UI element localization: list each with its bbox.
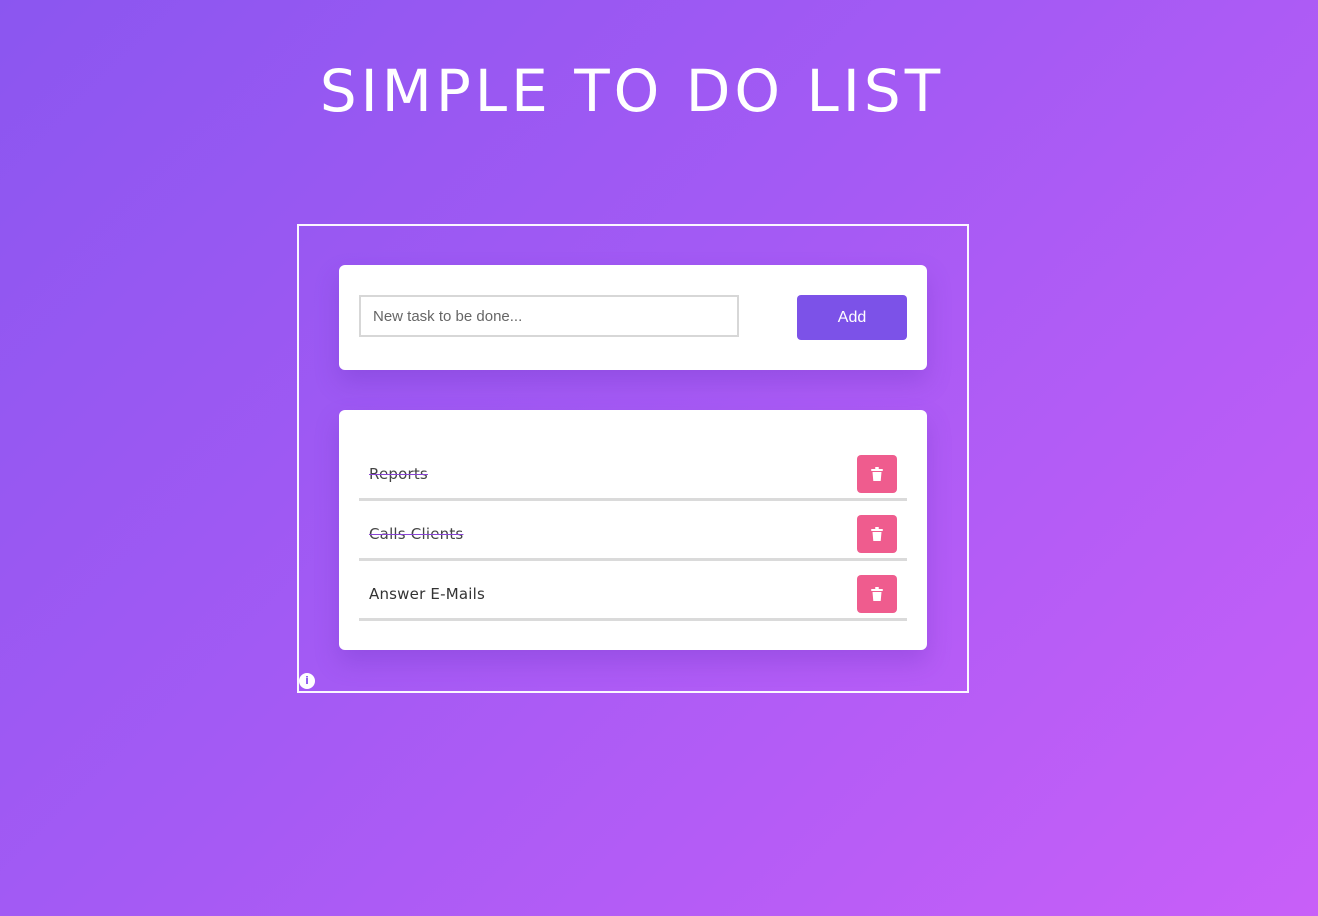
- info-icon[interactable]: i: [299, 673, 315, 689]
- delete-task-button[interactable]: [857, 515, 897, 553]
- task-item-reports: Reports: [359, 450, 907, 501]
- delete-task-button[interactable]: [857, 455, 897, 493]
- task-label[interactable]: Reports: [369, 465, 428, 483]
- trash-icon: [871, 587, 883, 601]
- trash-icon: [871, 467, 883, 481]
- delete-task-button[interactable]: [857, 575, 897, 613]
- task-list-card: Reports Calls Clients Answer E-Mails: [339, 410, 927, 650]
- task-label[interactable]: Calls Clients: [369, 525, 463, 543]
- task-label[interactable]: Answer E-Mails: [369, 585, 485, 603]
- task-item-answer-emails: Answer E-Mails: [359, 570, 907, 621]
- task-item-calls-clients: Calls Clients: [359, 510, 907, 561]
- new-task-input[interactable]: [359, 295, 739, 337]
- new-task-card: Add: [339, 265, 927, 370]
- page-title: SIMPLE TO DO LIST: [319, 57, 945, 125]
- trash-icon: [871, 527, 883, 541]
- task-list: Reports Calls Clients Answer E-Mails: [359, 450, 907, 630]
- add-task-button[interactable]: Add: [797, 295, 907, 340]
